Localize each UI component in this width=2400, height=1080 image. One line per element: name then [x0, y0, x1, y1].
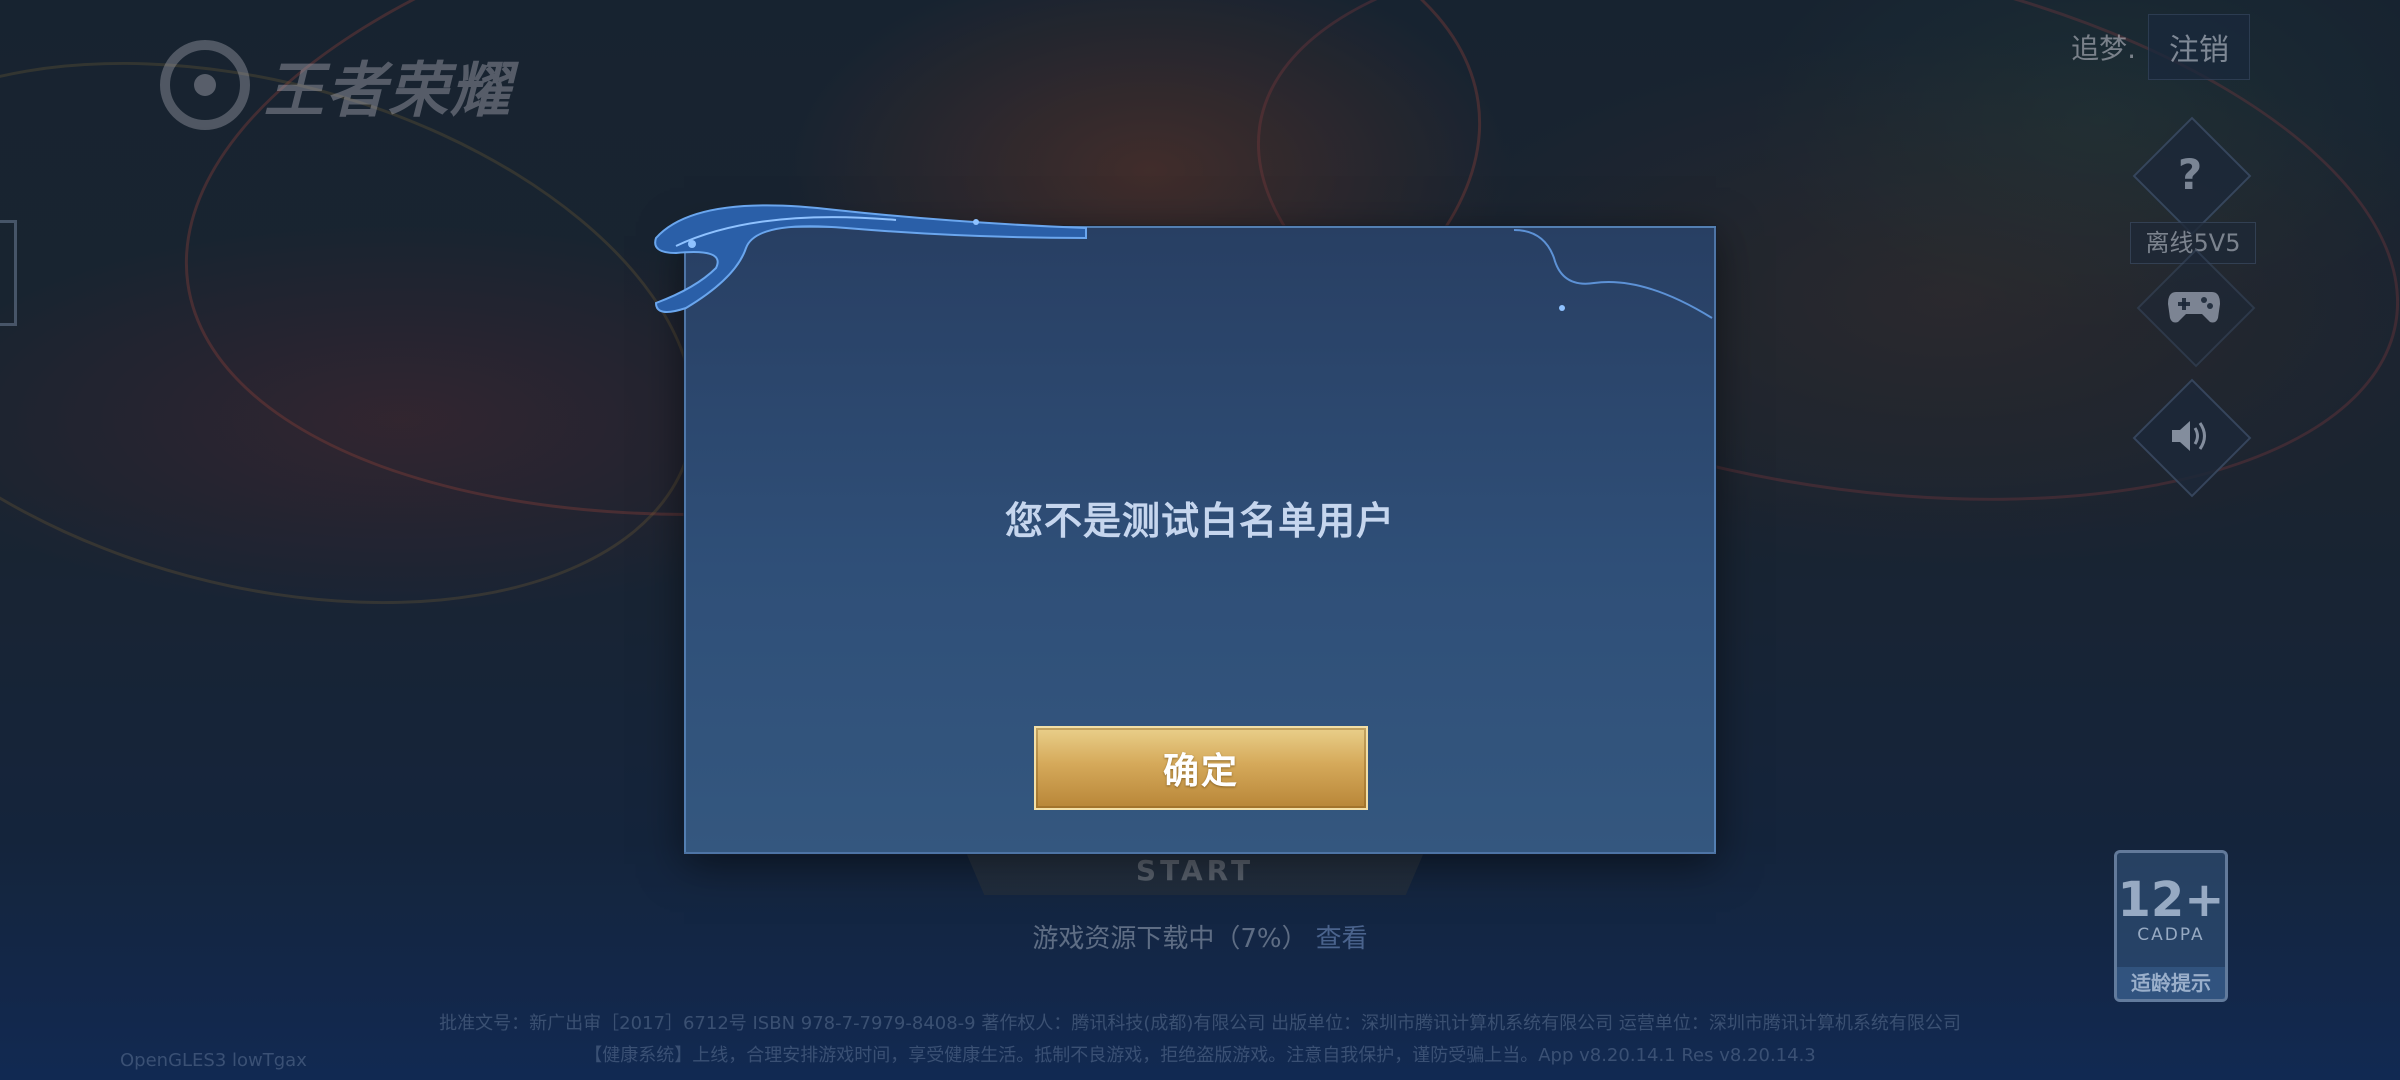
confirm-button[interactable]: 确定: [1034, 726, 1368, 810]
logo-text: 王者荣耀: [264, 55, 512, 126]
download-status-text: 游戏资源下载中（7%）: [1032, 924, 1308, 954]
age-rating-org: CADPA: [2137, 925, 2205, 945]
footer-legal: 批准文号：新广出审［2017］6712号 ISBN 978-7-7979-840…: [330, 1008, 2070, 1072]
age-rating-tip: 适龄提示: [2117, 967, 2225, 999]
dialog-ornament-right: [1514, 229, 1713, 319]
speaker-icon: [2150, 396, 2230, 476]
footer-line: 【健康系统】上线，合理安排游戏时间，享受健康生活。抵制不良游戏，拒绝盗版游戏。注…: [584, 1045, 1816, 1066]
logout-button[interactable]: 注销: [2148, 14, 2250, 80]
game-launch-screen: 王者荣耀 追梦. 注销 ? 离线5V5 START 游戏资源下载中（7%） 查看…: [0, 0, 2400, 1080]
game-logo: 王者荣耀: [160, 30, 512, 140]
left-edge-tab[interactable]: [0, 220, 17, 326]
help-button[interactable]: ?: [2132, 116, 2252, 236]
footer-line: 批准文号：新广出审［2017］6712号 ISBN 978-7-7979-840…: [439, 1013, 1961, 1034]
question-icon: ?: [2177, 149, 2203, 199]
gamepad-button[interactable]: [2136, 248, 2256, 368]
account-area: 追梦. 注销: [2071, 14, 2250, 80]
age-rating-badge[interactable]: 12+ CADPA 适龄提示: [2114, 850, 2228, 1002]
start-button-label: START: [1135, 854, 1255, 887]
logo-emblem-icon: [160, 40, 250, 130]
account-name: 追梦.: [2071, 32, 2136, 65]
sound-button[interactable]: [2132, 378, 2252, 498]
renderer-info: OpenGLES3 lowTgax: [120, 1050, 307, 1071]
age-rating-number: 12+: [2117, 872, 2225, 928]
download-status: 游戏资源下载中（7%） 查看: [0, 918, 2400, 955]
dialog-message: 您不是测试白名单用户: [1004, 499, 1395, 543]
dialog-ornament-left: [654, 204, 1087, 313]
alert-dialog: 您不是测试白名单用户 确定: [654, 204, 1716, 854]
download-view-link[interactable]: 查看: [1316, 924, 1368, 954]
gamepad-icon: [2154, 266, 2234, 346]
